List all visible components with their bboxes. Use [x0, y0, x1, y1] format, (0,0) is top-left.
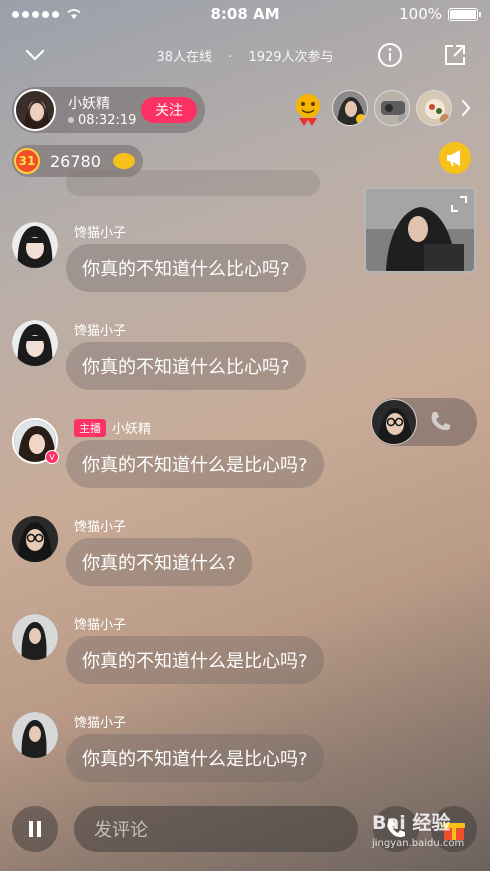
faded-message — [66, 170, 320, 196]
username: 馋猫小子 — [74, 716, 127, 731]
pip-video[interactable] — [364, 187, 476, 273]
level-badge: 31 — [14, 148, 40, 174]
verified-badge-icon: V — [45, 450, 59, 464]
participant-count: 1929人次参与 — [248, 49, 334, 65]
pause-icon — [29, 821, 41, 837]
message-bubble: 你真的不知道什么是比心吗? — [66, 636, 324, 684]
host-avatar[interactable] — [14, 89, 56, 131]
battery-percent: 100% — [399, 5, 442, 23]
call-avatar — [371, 399, 417, 445]
username: 馋猫小子 — [74, 520, 127, 535]
viewer-more-chevron-icon[interactable] — [458, 93, 474, 123]
status-bar: 8:08 AM 100% — [0, 0, 490, 28]
coin-count: 26780 — [50, 151, 101, 171]
user-avatar[interactable] — [12, 516, 58, 562]
viewer-avatar[interactable] — [416, 90, 452, 126]
signal-dots-icon — [12, 8, 82, 20]
watermark-logo: Bai 经验 — [372, 812, 451, 834]
username: 馋猫小子 — [74, 324, 127, 339]
top-nav: 38人在线 · 1929人次参与 — [0, 38, 490, 72]
user-avatar[interactable] — [12, 222, 58, 268]
user-avatar[interactable] — [12, 320, 58, 366]
coin-icon — [112, 153, 135, 169]
comment-input[interactable]: 发评论 — [74, 806, 358, 852]
user-avatar[interactable] — [12, 712, 58, 758]
message-bubble: 你真的不知道什么? — [66, 538, 252, 586]
info-icon[interactable] — [375, 40, 405, 70]
host-name: 小妖精 — [68, 95, 110, 112]
viewer-list — [290, 90, 474, 126]
viewer-avatar[interactable] — [374, 90, 410, 126]
username: 馋猫小子 — [74, 618, 127, 633]
viewer-avatar[interactable] — [290, 90, 326, 126]
follow-button[interactable]: 关注 — [141, 97, 197, 123]
watermark-url: jingyan.baidu.com — [372, 838, 465, 849]
message-bubble: 你真的不知道什么是比心吗? — [66, 440, 324, 488]
online-count: 38人在线 — [156, 49, 213, 65]
viewer-avatar[interactable] — [332, 90, 368, 126]
live-dot — [68, 117, 74, 123]
host-tag: 主播 — [74, 418, 106, 437]
megaphone-icon[interactable] — [439, 142, 471, 174]
room-stats: 38人在线 · 1929人次参与 — [0, 46, 490, 65]
live-timer: 08:32:19 — [78, 112, 137, 128]
share-icon[interactable] — [440, 40, 470, 70]
stats-separator: · — [228, 49, 233, 65]
message-bubble: 你真的不知道什么比心吗? — [66, 342, 306, 390]
host-card[interactable]: 小妖精 08:32:19 关注 — [12, 87, 205, 133]
battery-icon — [448, 7, 481, 21]
username: 馋猫小子 — [74, 226, 127, 241]
message-bubble: 你真的不知道什么是比心吗? — [66, 734, 324, 782]
username: 小妖精 — [112, 422, 152, 437]
message-bubble: 你真的不知道什么比心吗? — [66, 244, 306, 292]
call-card[interactable] — [371, 398, 477, 446]
wifi-icon — [67, 9, 81, 19]
user-avatar[interactable] — [12, 614, 58, 660]
expand-icon[interactable] — [450, 195, 468, 213]
pause-button[interactable] — [12, 806, 58, 852]
phone-icon[interactable] — [427, 409, 453, 435]
collapse-chevron-icon[interactable] — [20, 40, 50, 70]
